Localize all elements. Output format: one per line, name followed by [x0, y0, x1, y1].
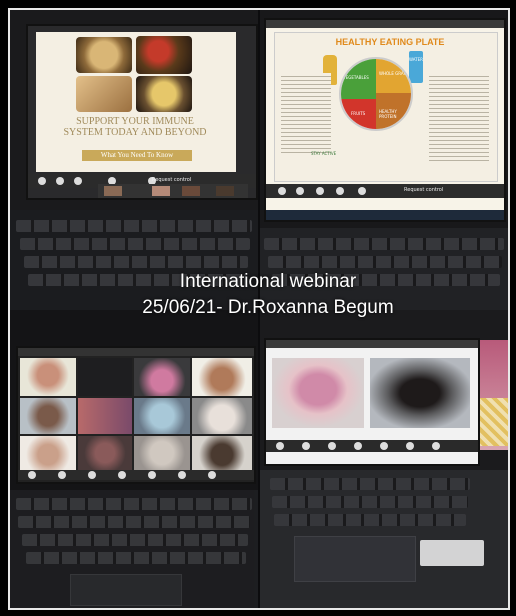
participant-video-tile [134, 358, 190, 396]
plate-side-text-right [429, 73, 489, 163]
participant-video-tile [20, 436, 76, 470]
participant-thumb [104, 186, 122, 196]
food-photo-bread [76, 76, 132, 112]
laptop-keyboard [10, 490, 258, 608]
laptop-keyboard [10, 210, 258, 310]
webinar-caption-date-speaker: 25/06/21- Dr.Roxanna Begum [142, 297, 394, 318]
laptop-screen [16, 346, 256, 484]
participant-video-tile [192, 436, 252, 470]
water-glass-icon [409, 51, 423, 83]
participant-thumb [182, 186, 200, 196]
participant-video-tile [272, 358, 364, 428]
laptop-keyboard [260, 470, 508, 608]
laptop-screen: SUPPORT YOUR IMMUNE SYSTEM TODAY AND BEY… [26, 24, 258, 200]
participant-thumb [152, 186, 170, 196]
recording-banner [266, 340, 478, 348]
touchpad [294, 536, 416, 582]
laptop-screen [264, 338, 480, 466]
participant-video-tile [20, 358, 76, 396]
segment-label-grains: WHOLE GRAINS [379, 71, 411, 76]
food-photo-hummus [76, 37, 132, 73]
laptop-screen: HEALTHY EATING PLATE HEALTHY OILS WATER … [264, 18, 506, 222]
segment-label-fruits: FRUITS [351, 111, 366, 116]
participant-video-tile [78, 398, 132, 434]
laptop-sticker [420, 540, 484, 566]
request-control-button[interactable]: Request control [152, 177, 191, 183]
slide-immune: SUPPORT YOUR IMMUNE SYSTEM TODAY AND BEY… [36, 32, 236, 172]
water-label: WATER [409, 57, 423, 62]
plate-segment-grains [376, 59, 411, 93]
participant-thumb [216, 186, 234, 196]
request-control-button[interactable]: Request control [404, 187, 443, 193]
plate-title: HEALTHY EATING PLATE [335, 37, 445, 47]
laptop-photo-healthy-plate: HEALTHY EATING PLATE HEALTHY OILS WATER … [260, 10, 508, 310]
food-photo-salad [136, 76, 192, 112]
recording-banner [266, 20, 504, 28]
plate-side-text-left [281, 73, 331, 153]
recording-banner [18, 348, 254, 356]
photo-collage: SUPPORT YOUR IMMUNE SYSTEM TODAY AND BEY… [8, 8, 510, 610]
participant-video-tile [370, 358, 470, 428]
participant-video-tile [134, 436, 190, 470]
participant-video-tile [78, 358, 132, 396]
participant-video-tile [20, 398, 76, 434]
participant-video-tile [134, 398, 190, 434]
participant-video-tile [192, 398, 252, 434]
laptop-photo-immune-slide: SUPPORT YOUR IMMUNE SYSTEM TODAY AND BEY… [10, 10, 258, 310]
participant-video-tile [78, 436, 132, 470]
laptop-photo-speaker-view [260, 310, 508, 608]
participant-video-tile [192, 358, 252, 396]
slide-healthy-plate: HEALTHY EATING PLATE HEALTHY OILS WATER … [274, 32, 498, 182]
meeting-controls-bar [18, 470, 254, 480]
plate-circle: VEGETABLES WHOLE GRAINS FRUITS HEALTHY P… [339, 57, 413, 131]
slide-title: SUPPORT YOUR IMMUNE SYSTEM TODAY AND BEY… [63, 116, 207, 138]
stay-active-label: STAY ACTIVE [311, 151, 337, 156]
touchpad [70, 574, 182, 606]
windows-taskbar [266, 210, 504, 220]
segment-label-protein: HEALTHY PROTEIN [379, 109, 397, 119]
slide-subtitle: What You Need To Know [82, 150, 192, 161]
participant-thumbnails [98, 184, 248, 198]
meeting-controls-bar: Request control [266, 184, 504, 198]
webinar-caption-line1: International webinar [179, 271, 357, 292]
food-photo-berries [136, 36, 192, 74]
segment-label-vegetables: VEGETABLES [343, 75, 369, 80]
meeting-controls-bar [266, 440, 478, 452]
laptop-photo-participant-gallery [10, 310, 258, 608]
